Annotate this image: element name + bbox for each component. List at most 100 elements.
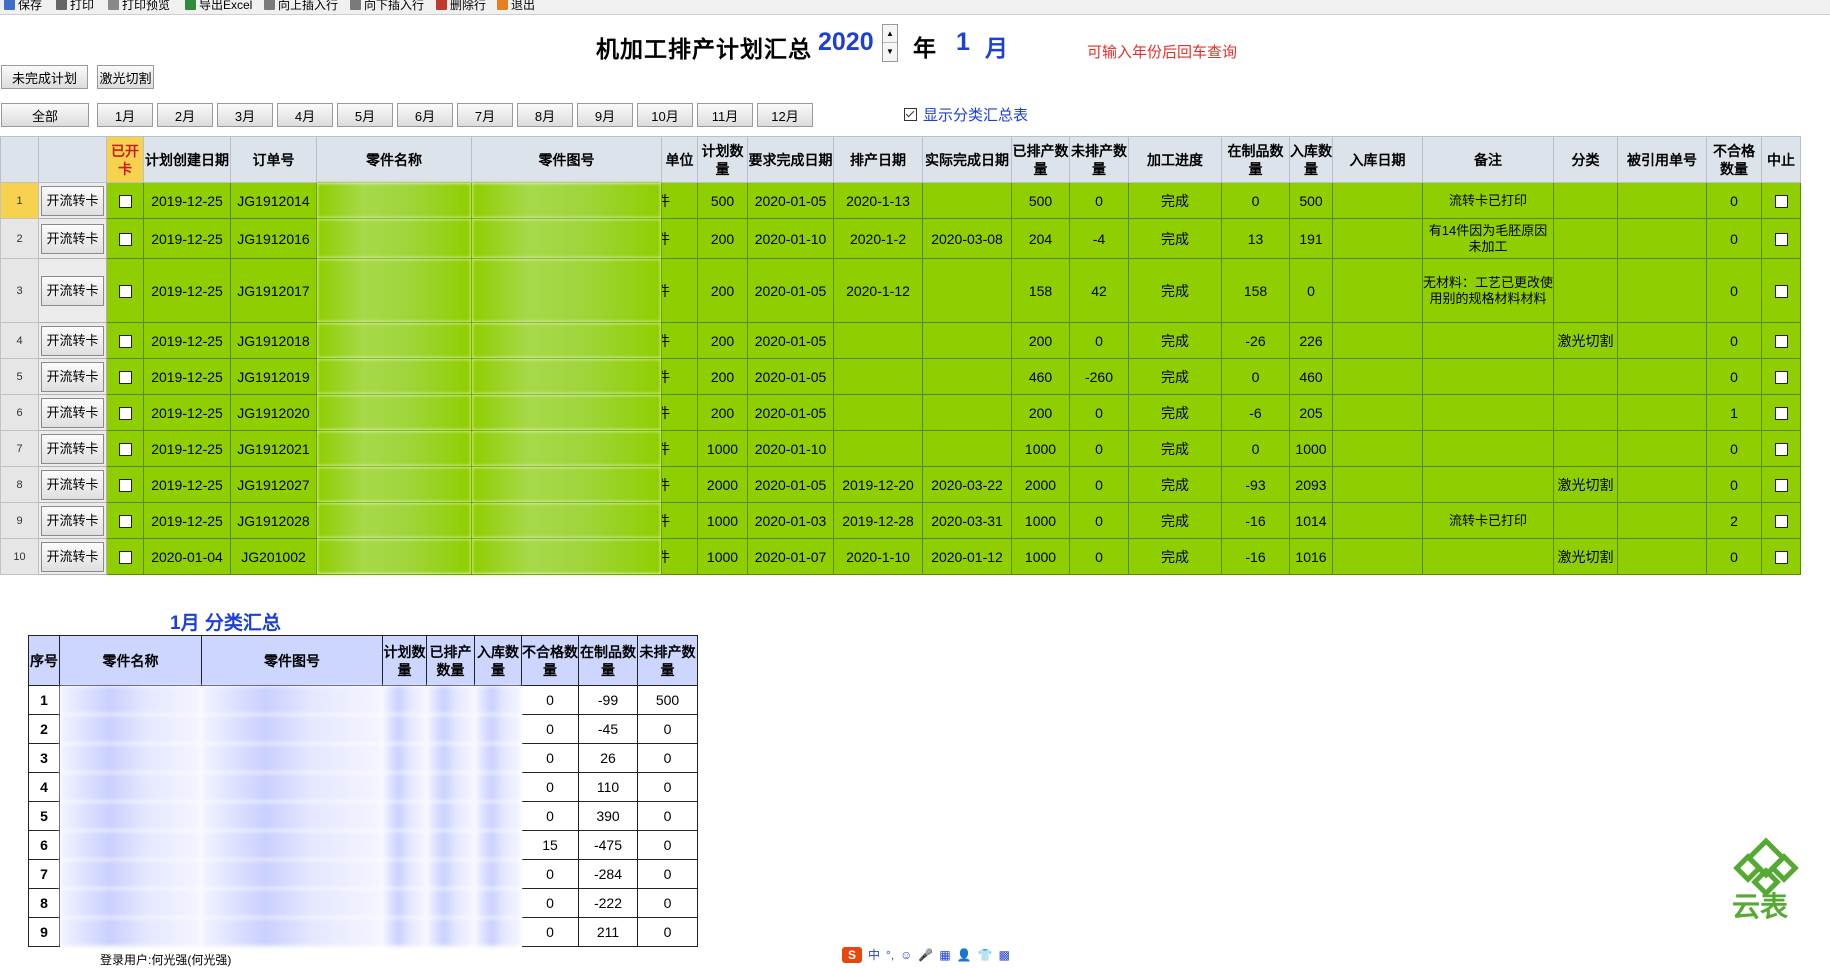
- card-opened-checkbox[interactable]: [106, 358, 144, 395]
- open-card-button-label[interactable]: 开流转卡: [41, 275, 104, 306]
- table-row[interactable]: 4开流转卡2019-12-25JG1912018件2002020-01-0520…: [0, 322, 1801, 359]
- checkbox-icon[interactable]: [118, 551, 132, 565]
- month-tab-2[interactable]: 2月: [157, 103, 213, 127]
- table-row[interactable]: 5开流转卡 2019-12-25JG1912019 件2002020-01-05 46…: [0, 358, 1801, 395]
- abort-checkbox[interactable]: [1761, 538, 1801, 575]
- ime-keyboard-icon[interactable]: ▦: [939, 948, 950, 962]
- abort-checkbox[interactable]: [1761, 358, 1801, 395]
- table-row[interactable]: 9开流转卡2019-12-25JG1912028件10002020-01-032…: [0, 502, 1801, 539]
- checkbox-icon[interactable]: [118, 335, 132, 349]
- open-card-button[interactable]: 开流转卡: [38, 394, 107, 431]
- open-card-button[interactable]: 开流转卡: [38, 430, 107, 467]
- abort-checkbox[interactable]: [1761, 394, 1801, 431]
- checkbox-icon[interactable]: [118, 479, 132, 493]
- table-row[interactable]: 3开流转卡 2019-12-25JG1912017 件2002020-01-0520…: [0, 258, 1801, 323]
- month-tab-4[interactable]: 4月: [277, 103, 333, 127]
- checkbox-icon[interactable]: [1774, 443, 1788, 457]
- open-card-button[interactable]: 开流转卡: [38, 258, 107, 323]
- show-summary-checkbox[interactable]: [904, 108, 917, 121]
- card-opened-checkbox[interactable]: [106, 538, 144, 575]
- abort-checkbox[interactable]: [1761, 258, 1801, 323]
- checkbox-icon[interactable]: [1774, 335, 1788, 349]
- open-card-button[interactable]: 开流转卡: [38, 502, 107, 539]
- open-card-button-label[interactable]: 开流转卡: [41, 541, 104, 572]
- abort-checkbox[interactable]: [1761, 182, 1801, 219]
- abort-checkbox[interactable]: [1761, 466, 1801, 503]
- card-opened-checkbox[interactable]: [106, 394, 144, 431]
- card-opened-checkbox[interactable]: [106, 258, 144, 323]
- exit-button[interactable]: 退出: [497, 0, 535, 12]
- spin-up-icon[interactable]: ▲: [883, 25, 897, 43]
- ime-voice-icon[interactable]: 🎤: [918, 948, 933, 962]
- print-preview-button[interactable]: 打印预览: [108, 0, 170, 12]
- card-opened-checkbox[interactable]: [106, 182, 144, 219]
- table-row[interactable]: 10开流转卡2020-01-04JG201002件10002020-01-072…: [0, 538, 1801, 575]
- open-card-button-label[interactable]: 开流转卡: [41, 361, 104, 392]
- month-value[interactable]: 1: [956, 28, 970, 57]
- open-card-button-label[interactable]: 开流转卡: [41, 433, 104, 464]
- sogou-ime-icon[interactable]: S: [842, 946, 862, 963]
- month-tab-11[interactable]: 11月: [697, 103, 753, 127]
- checkbox-icon[interactable]: [1774, 479, 1788, 493]
- card-opened-checkbox[interactable]: [106, 218, 144, 259]
- open-card-button[interactable]: 开流转卡: [38, 466, 107, 503]
- abort-checkbox[interactable]: [1761, 322, 1801, 359]
- ime-punct-mode[interactable]: °,: [886, 948, 894, 962]
- ime-emoji-icon[interactable]: ☺: [900, 948, 912, 962]
- checkbox-icon[interactable]: [1774, 371, 1788, 385]
- insert-row-above-button[interactable]: 向上插入行: [264, 0, 338, 12]
- ime-chinese-mode[interactable]: 中: [868, 946, 880, 963]
- table-row[interactable]: 2开流转卡2019-12-25JG1912016件2002020-01-1020…: [0, 218, 1801, 259]
- open-card-button-label[interactable]: 开流转卡: [41, 505, 104, 536]
- month-tab-3[interactable]: 3月: [217, 103, 273, 127]
- card-opened-checkbox[interactable]: [106, 502, 144, 539]
- checkbox-icon[interactable]: [1774, 407, 1788, 421]
- open-card-button-label[interactable]: 开流转卡: [41, 185, 104, 216]
- month-tab-5[interactable]: 5月: [337, 103, 393, 127]
- ime-tools-icon[interactable]: ▩: [999, 948, 1010, 962]
- checkbox-icon[interactable]: [1774, 233, 1788, 247]
- print-button[interactable]: 打印: [56, 0, 94, 12]
- checkbox-icon[interactable]: [118, 195, 132, 209]
- show-summary-toggle[interactable]: 显示分类汇总表: [904, 104, 1028, 125]
- open-card-button-label[interactable]: 开流转卡: [41, 469, 104, 500]
- table-row[interactable]: 8开流转卡2019-12-25JG1912027件20002020-01-052…: [0, 466, 1801, 503]
- ime-toolbar[interactable]: S 中 °, ☺ 🎤 ▦ 👤 👕 ▩: [842, 945, 1010, 964]
- delete-row-button[interactable]: 删除行: [436, 0, 486, 12]
- ime-user-icon[interactable]: 👤: [957, 948, 972, 962]
- month-tab-7[interactable]: 7月: [457, 103, 513, 127]
- checkbox-icon[interactable]: [1774, 195, 1788, 209]
- month-tab-10[interactable]: 10月: [637, 103, 693, 127]
- save-button[interactable]: 保存: [4, 0, 42, 12]
- month-tab-1[interactable]: 1月: [97, 103, 153, 127]
- checkbox-icon[interactable]: [1774, 551, 1788, 565]
- checkbox-icon[interactable]: [1774, 285, 1788, 299]
- checkbox-icon[interactable]: [118, 285, 132, 299]
- open-card-button-label[interactable]: 开流转卡: [41, 325, 104, 356]
- open-card-button[interactable]: 开流转卡: [38, 218, 107, 259]
- abort-checkbox[interactable]: [1761, 502, 1801, 539]
- insert-row-below-button[interactable]: 向下插入行: [350, 0, 424, 12]
- spin-down-icon[interactable]: ▼: [883, 43, 897, 60]
- laser-cut-button[interactable]: 激光切割: [97, 65, 154, 89]
- year-spinner[interactable]: ▲ ▼: [882, 24, 898, 62]
- open-card-button-label[interactable]: 开流转卡: [41, 223, 104, 254]
- export-excel-button[interactable]: 导出Excel: [185, 0, 252, 12]
- card-opened-checkbox[interactable]: [106, 466, 144, 503]
- open-card-button[interactable]: 开流转卡: [38, 322, 107, 359]
- checkbox-icon[interactable]: [118, 515, 132, 529]
- table-row[interactable]: 7开流转卡2019-12-25JG1912021件10002020-01-101…: [0, 430, 1801, 467]
- abort-checkbox[interactable]: [1761, 430, 1801, 467]
- checkbox-icon[interactable]: [118, 233, 132, 247]
- checkbox-icon[interactable]: [1774, 515, 1788, 529]
- card-opened-checkbox[interactable]: [106, 430, 144, 467]
- open-card-button[interactable]: 开流转卡: [38, 538, 107, 575]
- month-tab-12[interactable]: 12月: [757, 103, 813, 127]
- month-tab-6[interactable]: 6月: [397, 103, 453, 127]
- year-input[interactable]: 2020: [818, 28, 874, 57]
- abort-checkbox[interactable]: [1761, 218, 1801, 259]
- table-row[interactable]: 6开流转卡2019-12-25JG1912020件2002020-01-0520…: [0, 394, 1801, 431]
- open-card-button[interactable]: 开流转卡: [38, 358, 107, 395]
- checkbox-icon[interactable]: [118, 443, 132, 457]
- card-opened-checkbox[interactable]: [106, 322, 144, 359]
